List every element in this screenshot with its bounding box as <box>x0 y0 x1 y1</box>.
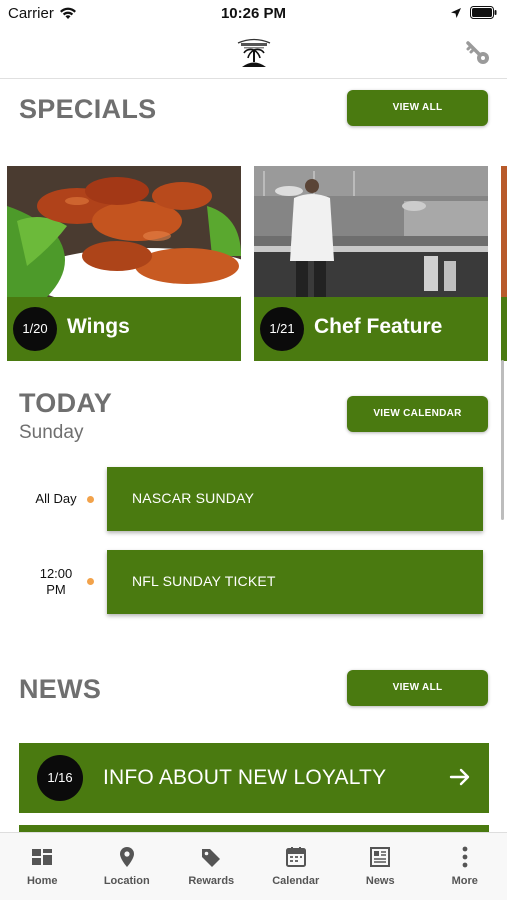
tab-label: Calendar <box>272 875 320 887</box>
battery-icon <box>470 6 497 19</box>
news-item-title: INFO ABOUT NEW LOYALTY <box>103 766 387 789</box>
special-card-chef-feature[interactable]: 1/21 Chef Feature <box>254 166 488 361</box>
more-vertical-icon <box>462 846 468 868</box>
event-nfl-sunday-ticket[interactable]: NFL SUNDAY TICKET <box>107 550 483 614</box>
special-card-peek[interactable] <box>501 166 507 361</box>
wings-image <box>7 166 241 297</box>
tab-bar: Home Location Rewards Calendar News More <box>0 832 507 900</box>
scroll-indicator <box>501 360 504 520</box>
tab-label: Home <box>26 875 58 887</box>
tag-icon <box>202 849 221 867</box>
view-calendar-button[interactable]: VIEW CALENDAR <box>347 396 488 432</box>
event-title: NFL SUNDAY TICKET <box>132 573 276 589</box>
calendar-icon <box>285 847 306 867</box>
location-arrow-icon <box>451 7 461 18</box>
arrow-right-icon <box>449 768 470 786</box>
event-time-period: PM <box>46 582 66 597</box>
news-view-all-button[interactable]: VIEW ALL <box>347 670 488 706</box>
app-header <box>0 28 507 79</box>
special-date-badge: 1/20 <box>13 307 57 351</box>
event-nascar-sunday[interactable]: NASCAR SUNDAY <box>107 467 483 531</box>
event-time-hour: 12:00 <box>39 566 73 581</box>
special-date-badge: 1/21 <box>260 307 304 351</box>
kitchen-image <box>254 166 488 297</box>
specials-title: SPECIALS <box>19 94 157 124</box>
status-bar: Carrier 10:26 PM <box>0 0 507 28</box>
event-dot <box>87 578 94 585</box>
home-content[interactable]: SPECIALS VIEW ALL 1/20 Wings 1/21 Chef F… <box>0 80 507 832</box>
key-icon[interactable] <box>463 38 493 68</box>
special-card-footer: 1/21 Chef Feature <box>254 297 488 361</box>
specials-view-all-button[interactable]: VIEW ALL <box>347 90 488 126</box>
event-time: 12:00 PM <box>26 566 86 598</box>
tab-home[interactable]: Home <box>0 833 85 900</box>
tab-calendar[interactable]: Calendar <box>254 833 339 900</box>
special-title: Chef Feature <box>314 315 443 338</box>
tab-label: Location <box>103 875 150 887</box>
news-title: NEWS <box>19 674 102 704</box>
restaurant-logo-icon[interactable] <box>234 34 274 74</box>
news-item-next[interactable] <box>19 825 489 832</box>
news-item[interactable]: 1/16 INFO ABOUT NEW LOYALTY <box>19 743 489 813</box>
newspaper-icon <box>370 847 391 867</box>
status-indicators <box>450 6 497 19</box>
special-card-footer: 1/20 Wings <box>7 297 241 361</box>
event-dot <box>87 496 94 503</box>
special-title: Wings <box>67 315 130 338</box>
today-title: TODAY <box>19 388 113 418</box>
special-card-wings[interactable]: 1/20 Wings <box>7 166 241 361</box>
home-grid-icon <box>32 849 53 865</box>
event-time: All Day <box>35 491 77 506</box>
event-title: NASCAR SUNDAY <box>132 490 255 506</box>
tab-label: More <box>451 875 478 887</box>
tab-more[interactable]: More <box>423 833 507 900</box>
tab-location[interactable]: Location <box>85 833 170 900</box>
status-time: 10:26 PM <box>220 5 287 22</box>
tab-label: News <box>365 875 395 887</box>
news-date-badge: 1/16 <box>37 755 83 801</box>
tab-news[interactable]: News <box>338 833 423 900</box>
location-pin-icon <box>119 847 134 867</box>
tab-label: Rewards <box>188 875 235 887</box>
tab-rewards[interactable]: Rewards <box>169 833 254 900</box>
today-day: Sunday <box>19 422 84 443</box>
